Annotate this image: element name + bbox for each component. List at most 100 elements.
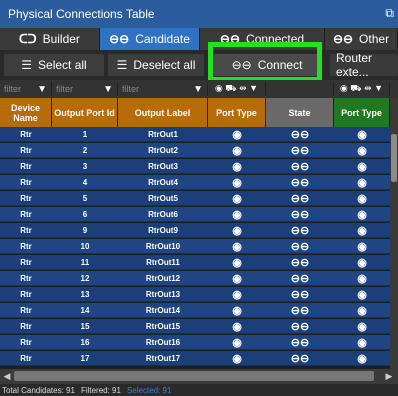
link-icon: ⊖⊖	[231, 58, 252, 72]
link-state-icon: ⊖⊖	[290, 337, 310, 349]
cell-label: RtrOut16	[145, 338, 181, 347]
table-row[interactable]: Rtr 13 RtrOut13 ◉ ⊖⊖ ◉	[0, 287, 390, 302]
link-state-icon: ⊖⊖	[290, 209, 310, 221]
table-row[interactable]: Rtr 1 RtrOut1 ◉ ⊖⊖ ◉	[0, 127, 390, 142]
port-type-filter-icons: ◉ ⛟ ⇹ ▼	[214, 83, 259, 93]
link-state-icon: ⊖⊖	[290, 305, 310, 317]
table-row[interactable]: Rtr 2 RtrOut2 ◉ ⊖⊖ ◉	[0, 143, 390, 158]
port-type-icon: ◉	[357, 289, 367, 301]
port-type-icon: ◉	[232, 305, 242, 317]
table-row[interactable]: Rtr 4 RtrOut4 ◉ ⊖⊖ ◉	[0, 175, 390, 190]
cell-label: RtrOut11	[146, 258, 180, 267]
header-port-type[interactable]: Port Type	[208, 98, 266, 127]
cell-label: RtrOut15	[145, 322, 181, 331]
connect-button[interactable]: ⊖⊖ Connect	[214, 54, 320, 76]
header-state[interactable]: State	[266, 98, 334, 127]
port-type-icon: ◉	[357, 321, 367, 333]
scroll-right-icon[interactable]: ▶	[384, 371, 394, 381]
cell-port-id: 13	[80, 290, 90, 299]
connect-label: Connect	[257, 58, 303, 72]
cell-port-id: 2	[82, 146, 88, 155]
table-row[interactable]: Rtr 15 RtrOut15 ◉ ⊖⊖ ◉	[0, 319, 390, 334]
header-output-label[interactable]: Output Label	[118, 98, 208, 127]
total-candidates: Total Candidates: 91	[2, 385, 75, 395]
port-type-icon: ◉	[232, 145, 242, 157]
port-type-icon: ◉	[357, 161, 367, 173]
scroll-thumb[interactable]	[14, 371, 374, 381]
port-type-icon: ◉	[232, 353, 242, 365]
table-row[interactable]: Rtr 12 RtrOut12 ◉ ⊖⊖ ◉	[0, 271, 390, 286]
filter-device[interactable]: filter ▼	[0, 82, 52, 96]
filtered-count: Filtered: 91	[80, 385, 121, 395]
table-row[interactable]: Rtr 14 RtrOut14 ◉ ⊖⊖ ◉	[0, 303, 390, 318]
link-state-icon: ⊖⊖	[290, 193, 310, 205]
port-type-icon: ◉	[357, 177, 367, 189]
tab-candidate[interactable]: ⊖⊖ Candidate	[100, 28, 200, 50]
router-extension-button[interactable]: Router exte...	[330, 51, 398, 79]
filter-port-type-2[interactable]: ◉ ⛟ ⇹ ▼	[334, 82, 390, 96]
external-window-icon[interactable]: ⧉	[385, 6, 394, 21]
deselect-all-button[interactable]: ☰ Deselect all	[108, 54, 204, 76]
port-type-icon: ◉	[232, 225, 242, 237]
table-row[interactable]: Rtr 11 RtrOut11 ◉ ⊖⊖ ◉	[0, 255, 390, 270]
port-type-filter-icons: ◉ ⛟ ⇹ ▼	[339, 83, 384, 93]
cell-device: Rtr	[20, 338, 32, 347]
builder-icon: ᑕᑐ	[19, 32, 37, 46]
cell-port-id: 17	[80, 354, 90, 363]
link-state-icon: ⊖⊖	[290, 145, 310, 157]
port-type-icon: ◉	[232, 241, 242, 253]
filter-row: filter ▼ filter ▼ filter ▼ ◉ ⛟ ⇹ ▼ ◉ ⛟ ⇹ ▼	[0, 80, 398, 98]
link-state-icon: ⊖⊖	[290, 161, 310, 173]
header-device-name[interactable]: Device Name	[0, 98, 52, 127]
select-all-button[interactable]: ☰ Select all	[4, 54, 104, 76]
cell-device: Rtr	[20, 306, 32, 315]
scroll-thumb[interactable]	[391, 134, 397, 182]
table-row[interactable]: Rtr 9 RtrOut9 ◉ ⊖⊖ ◉	[0, 223, 390, 238]
link-state-icon: ⊖⊖	[290, 353, 310, 365]
link-state-icon: ⊖⊖	[290, 289, 310, 301]
cell-label: RtrOut12	[145, 274, 181, 283]
link-icon: ⊖⊖	[219, 32, 241, 46]
cell-port-id: 15	[80, 322, 90, 331]
tab-builder[interactable]: ᑕᑐ Builder	[0, 28, 100, 50]
horizontal-scrollbar[interactable]: ◀ ▶	[0, 369, 398, 384]
select-all-label: Select all	[38, 58, 87, 72]
filter-port-id[interactable]: filter ▼	[52, 82, 118, 96]
table-row[interactable]: Rtr 10 RtrOut10 ◉ ⊖⊖ ◉	[0, 239, 390, 254]
link-icon: ⊖⊖	[109, 32, 130, 46]
vertical-scrollbar[interactable]	[390, 98, 398, 369]
cell-port-id: 12	[80, 274, 90, 283]
table-row[interactable]: Rtr 5 RtrOut5 ◉ ⊖⊖ ◉	[0, 191, 390, 206]
funnel-icon: ▼	[37, 83, 47, 95]
cell-label: RtrOut4	[148, 178, 178, 187]
cell-device: Rtr	[20, 258, 32, 267]
port-type-icon: ◉	[232, 273, 242, 285]
port-type-icon: ◉	[232, 257, 242, 269]
funnel-icon: ▼	[103, 83, 113, 95]
cell-device: Rtr	[20, 290, 32, 299]
table-row[interactable]: Rtr 17 RtrOut17 ◉ ⊖⊖ ◉	[0, 351, 390, 366]
port-type-icon: ◉	[357, 145, 367, 157]
filter-label[interactable]: filter ▼	[118, 82, 208, 96]
tab-other[interactable]: ⊖⊖ Other	[325, 28, 398, 50]
port-type-icon: ◉	[232, 337, 242, 349]
cell-device: Rtr	[20, 210, 32, 219]
cell-device: Rtr	[20, 162, 32, 171]
port-type-icon: ◉	[232, 289, 242, 301]
port-type-icon: ◉	[357, 353, 367, 365]
scroll-left-icon[interactable]: ◀	[2, 371, 12, 381]
table-row[interactable]: Rtr 3 RtrOut3 ◉ ⊖⊖ ◉	[0, 159, 390, 174]
cell-device: Rtr	[20, 242, 32, 251]
header-output-port-id[interactable]: Output Port Id	[52, 98, 118, 127]
header-port-type-2[interactable]: Port Type	[334, 98, 390, 127]
filter-port-type[interactable]: ◉ ⛟ ⇹ ▼	[208, 82, 266, 96]
table-row[interactable]: Rtr 16 RtrOut16 ◉ ⊖⊖ ◉	[0, 335, 390, 350]
cell-label: RtrOut1	[148, 130, 178, 139]
link-state-icon: ⊖⊖	[290, 321, 310, 333]
cell-device: Rtr	[20, 322, 32, 331]
link-state-icon: ⊖⊖	[290, 225, 310, 237]
cell-label: RtrOut3	[148, 162, 178, 171]
port-type-icon: ◉	[232, 129, 242, 141]
tab-connected[interactable]: ⊖⊖ Connected	[200, 28, 325, 50]
table-row[interactable]: Rtr 6 RtrOut6 ◉ ⊖⊖ ◉	[0, 207, 390, 222]
